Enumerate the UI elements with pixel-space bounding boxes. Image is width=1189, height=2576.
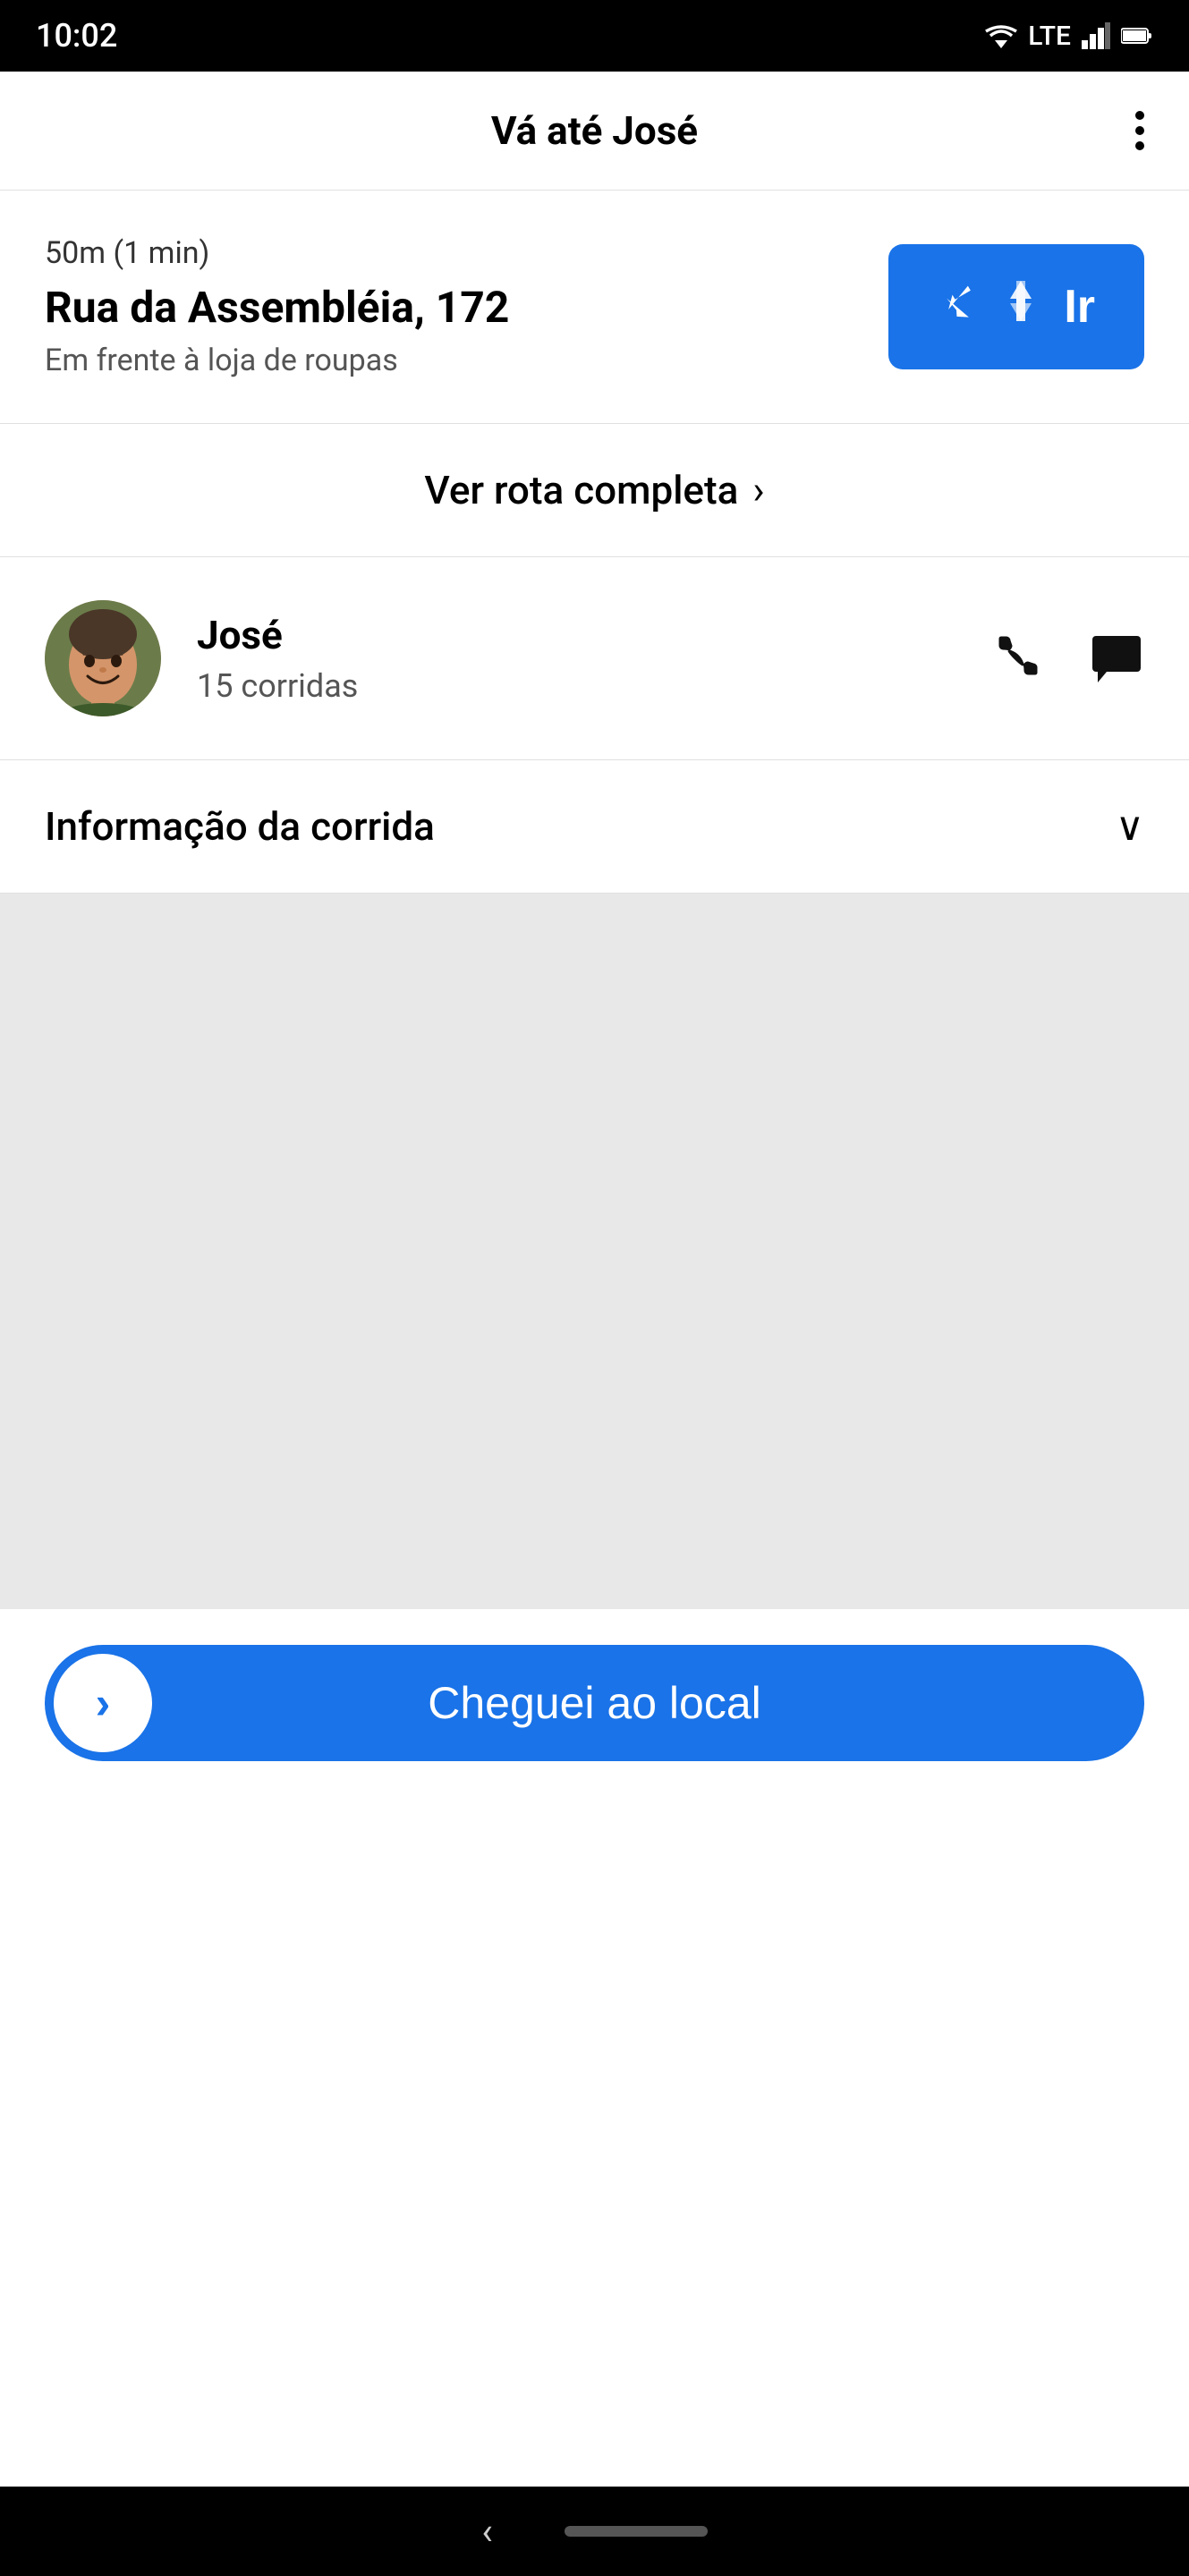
- status-icons: LTE: [985, 21, 1153, 52]
- header-title: Vá até José: [491, 107, 698, 154]
- arrive-button-label: Cheguei ao local: [89, 1677, 1100, 1729]
- go-button-label: Ir: [1064, 280, 1095, 334]
- battery-icon: [1121, 27, 1153, 45]
- route-section[interactable]: Ver rota completa ›: [0, 424, 1189, 557]
- menu-button[interactable]: [1135, 111, 1144, 150]
- back-button[interactable]: ‹: [481, 2510, 493, 2554]
- driver-info: José 15 corridas: [197, 612, 955, 705]
- menu-dot-1: [1135, 111, 1144, 120]
- arrive-button[interactable]: › Cheguei ao local: [45, 1645, 1144, 1761]
- header: Vá até José: [0, 72, 1189, 191]
- call-button[interactable]: [990, 630, 1044, 687]
- nav-street: Rua da Assembléia, 172: [45, 282, 888, 334]
- driver-section: José 15 corridas: [0, 557, 1189, 760]
- arrive-button-circle: ›: [54, 1654, 152, 1752]
- navigate-icon: [938, 276, 1046, 337]
- lte-label: LTE: [1028, 21, 1071, 52]
- arrive-section: › Cheguei ao local: [0, 1609, 1189, 1815]
- route-link: Ver rota completa: [424, 467, 738, 513]
- status-bar: 10:02 LTE: [0, 0, 1189, 72]
- menu-dot-3: [1135, 141, 1144, 150]
- message-button[interactable]: [1089, 629, 1144, 688]
- home-indicator: [565, 2526, 708, 2537]
- menu-dot-2: [1135, 126, 1144, 135]
- driver-actions: [990, 629, 1144, 688]
- arrive-arrow-icon: ›: [96, 1677, 111, 1729]
- info-title: Informação da corrida: [45, 803, 435, 850]
- chevron-right-icon: ›: [752, 467, 764, 513]
- nav-distance: 50m (1 min): [45, 235, 888, 271]
- nav-note: Em frente à loja de roupas: [45, 343, 888, 378]
- signal-icon: [1082, 22, 1110, 49]
- driver-rides: 15 corridas: [197, 667, 955, 705]
- chevron-down-icon: ∨: [1116, 803, 1144, 850]
- nav-info: 50m (1 min) Rua da Assembléia, 172 Em fr…: [45, 235, 888, 378]
- app-content: Vá até José 50m (1 min) Rua da Assembléi…: [0, 72, 1189, 2487]
- info-section[interactable]: Informação da corrida ∨: [0, 760, 1189, 894]
- driver-name: José: [197, 612, 955, 658]
- wifi-icon: [985, 23, 1017, 48]
- driver-avatar: [45, 600, 161, 716]
- navigation-section: 50m (1 min) Rua da Assembléia, 172 Em fr…: [0, 191, 1189, 424]
- map-area: [0, 894, 1189, 1609]
- status-time: 10:02: [36, 17, 117, 55]
- go-button[interactable]: Ir: [888, 244, 1144, 369]
- bottom-bar: ‹: [0, 2487, 1189, 2576]
